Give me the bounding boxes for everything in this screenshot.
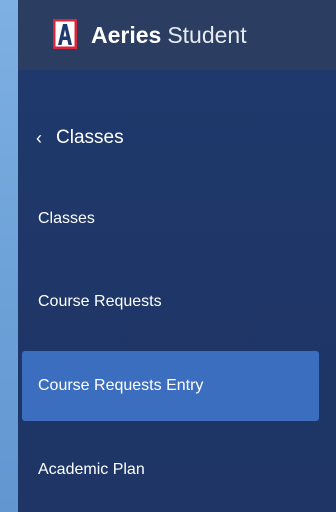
app-title: Aeries Student bbox=[91, 20, 247, 50]
app-brand: Aeries bbox=[91, 22, 162, 48]
app-product: Student bbox=[167, 22, 247, 48]
menu-item-label: Classes bbox=[38, 210, 95, 227]
sidebar-navigation: Aeries Student ‹ Classes Classes Course R… bbox=[18, 0, 336, 512]
back-label: Classes bbox=[56, 127, 124, 148]
menu-item-classes[interactable]: Classes bbox=[22, 184, 319, 254]
menu-item-label: Academic Plan bbox=[38, 461, 145, 478]
menu-item-academic-plan[interactable]: Academic Plan bbox=[22, 435, 319, 505]
menu-item-course-requests[interactable]: Course Requests bbox=[22, 267, 319, 337]
menu-item-label: Course Requests Entry bbox=[38, 377, 204, 394]
back-to-classes-button[interactable]: ‹ Classes bbox=[18, 118, 318, 158]
menu-item-label: Course Requests bbox=[38, 293, 162, 310]
app-header: Aeries Student bbox=[18, 0, 336, 70]
aeries-logo-icon bbox=[53, 19, 77, 49]
menu-item-course-requests-entry[interactable]: Course Requests Entry bbox=[22, 351, 319, 421]
page-background-strip bbox=[0, 0, 18, 512]
chevron-left-icon: ‹ bbox=[36, 128, 42, 148]
